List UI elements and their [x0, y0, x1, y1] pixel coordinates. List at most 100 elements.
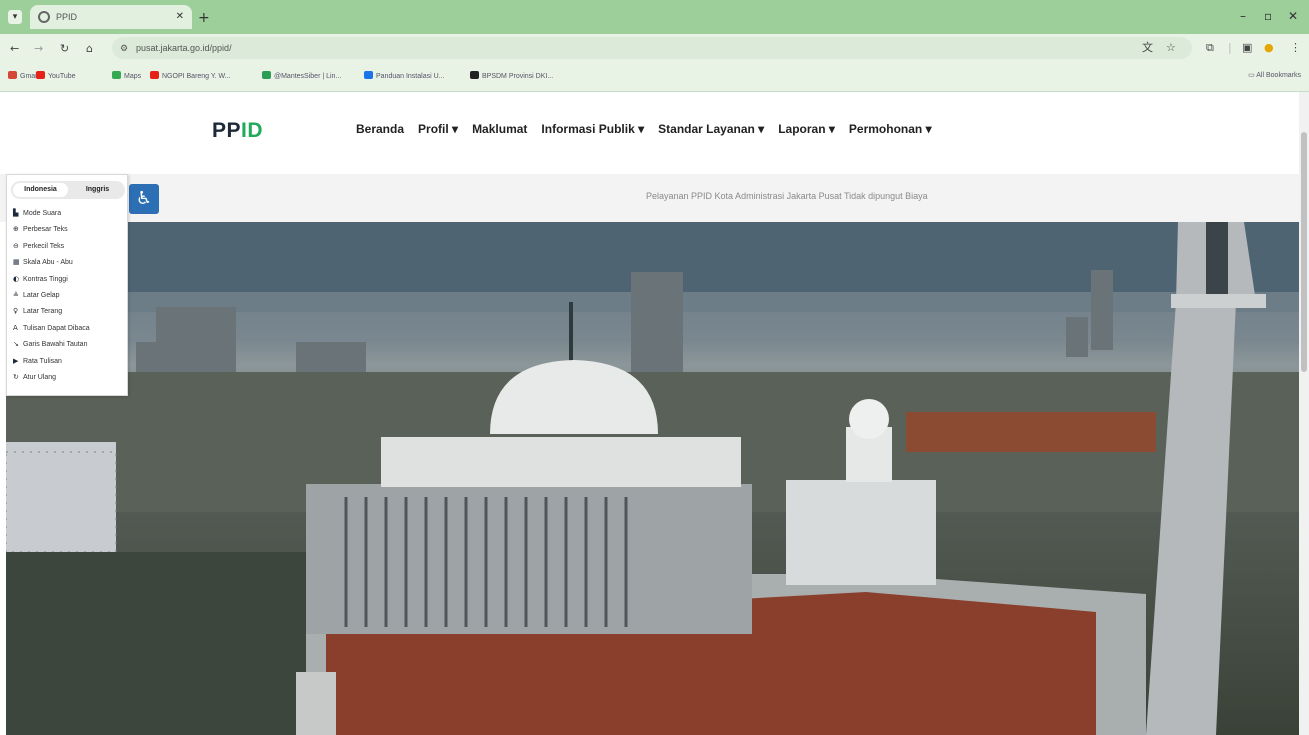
accessibility-option-label: Rata Tulisan	[23, 357, 62, 365]
profile-icon[interactable]: ●	[1264, 41, 1274, 54]
bookmark-label: YouTube	[48, 73, 76, 80]
globe-icon	[38, 11, 50, 23]
bookmark-label: Panduan Instalasi U...	[376, 73, 445, 80]
bookmark-item[interactable]: Maps	[112, 71, 141, 80]
nav-item[interactable]: Laporan ▾	[778, 122, 835, 136]
nav-item[interactable]: Standar Layanan ▾	[658, 122, 764, 136]
accessibility-option[interactable]: ⊕ Perbesar Teks	[13, 225, 90, 241]
accessibility-option[interactable]: ◐ Kontras Tinggi	[13, 275, 90, 291]
nav-item[interactable]: Profil ▾	[418, 122, 458, 136]
bookmark-favicon-icon	[150, 71, 159, 79]
lang-inggris[interactable]: Inggris	[70, 181, 125, 199]
browser-chrome: ▾ PPID ✕ + – ▫ ✕ ← → ↻ ⌂ ⚙ pusat.jakarta…	[0, 0, 1309, 92]
accessibility-option-icon: ▦	[13, 258, 20, 267]
accessibility-option-icon: ▶	[13, 356, 19, 365]
hero-image	[6, 222, 1299, 735]
close-window-icon[interactable]: ✕	[1288, 9, 1298, 23]
bookmark-label: BPSDM Provinsi DKI...	[482, 73, 554, 80]
bookmark-item[interactable]: Panduan Instalasi U...	[364, 71, 445, 80]
address-bar[interactable]: ⚙ pusat.jakarta.go.id/ppid/ 文 ☆	[112, 37, 1192, 59]
bookmark-star-icon[interactable]: ☆	[1166, 37, 1176, 59]
site-info-icon[interactable]: ⚙	[120, 37, 128, 59]
accessibility-option[interactable]: ↻ Atur Ulang	[13, 373, 90, 389]
all-bookmarks-label: All Bookmarks	[1256, 72, 1301, 79]
accessibility-option-icon: ▙	[13, 209, 19, 217]
bookmark-item[interactable]: NGOPI Bareng Y. W...	[150, 71, 231, 80]
bookmark-item[interactable]: YouTube	[36, 71, 76, 80]
ppid-logo[interactable]: PPID	[212, 119, 263, 143]
bookmark-label: @MantesSiber | Lin...	[274, 73, 342, 80]
accessibility-option-icon: ◐	[13, 274, 20, 283]
bookmark-favicon-icon	[8, 71, 17, 79]
accessibility-option-label: Skala Abu - Abu	[23, 259, 73, 267]
accessibility-option[interactable]: ♀ Latar Terang	[13, 307, 90, 323]
reload-icon[interactable]: ↻	[60, 42, 69, 55]
translate-icon[interactable]: 文	[1142, 37, 1153, 59]
accessibility-option-label: Latar Terang	[23, 308, 63, 316]
new-tab-icon[interactable]: +	[198, 10, 210, 26]
tab-search-icon[interactable]: ▾	[8, 10, 22, 24]
accessibility-option[interactable]: ▙ Mode Suara	[13, 209, 90, 225]
accessibility-option-label: Atur Ulang	[23, 373, 57, 381]
nav-item[interactable]: Permohonan ▾	[849, 122, 932, 136]
accessibility-panel: Indonesia Inggris ▙ Mode Suara ⊕ Perbesar T…	[6, 174, 128, 396]
language-toggle: Indonesia Inggris	[11, 181, 125, 199]
accessibility-option[interactable]: ▶ Rata Tulisan	[13, 357, 90, 373]
tab-bar: ▾ PPID ✕ + – ▫ ✕	[0, 0, 1309, 34]
accessibility-option-icon: ⊖	[13, 241, 19, 250]
nav-item[interactable]: Beranda	[356, 122, 404, 136]
lang-indonesia[interactable]: Indonesia	[13, 183, 68, 197]
toolbar-divider: |	[1228, 41, 1232, 54]
bookmark-item[interactable]: @MantesSiber | Lin...	[262, 71, 341, 80]
accessibility-option-label: Perkecil Teks	[23, 242, 65, 250]
accessibility-option-icon: ↻	[13, 372, 19, 381]
bookmark-favicon-icon	[36, 71, 45, 79]
istiqlal-mosque-photo	[6, 222, 1299, 735]
restore-icon[interactable]: ▫	[1264, 9, 1272, 23]
url-text: pusat.jakarta.go.id/ppid/	[136, 43, 232, 53]
bookmark-item[interactable]: Gmail	[8, 71, 38, 80]
accessibility-option-label: Perbesar Teks	[23, 226, 68, 234]
accessibility-option-label: Tulisan Dapat Dibaca	[23, 324, 90, 332]
bookmark-favicon-icon	[364, 71, 373, 79]
main-nav: Beranda Profil ▾ Maklumat Informasi Publik …	[356, 122, 932, 136]
bookmark-item[interactable]: BPSDM Provinsi DKI...	[470, 71, 553, 80]
accessibility-icon[interactable]: ♿	[129, 184, 159, 214]
bookmarks-bar: Gmail YouTube Maps NGOPI Bareng Y. W... @Man…	[0, 62, 1309, 92]
minimize-icon[interactable]: –	[1240, 9, 1246, 23]
address-row: ← → ↻ ⌂ ⚙ pusat.jakarta.go.id/ppid/ 文 ☆ …	[0, 34, 1309, 62]
extensions-icon[interactable]: ⧉	[1206, 41, 1214, 55]
nav-item[interactable]: Maklumat	[472, 122, 527, 136]
accessibility-option-label: Kontras Tinggi	[23, 275, 68, 283]
bookmark-favicon-icon	[470, 71, 479, 79]
accessibility-option-icon: ♀	[13, 307, 19, 316]
accessibility-option[interactable]: A Tulisan Dapat Dibaca	[13, 324, 90, 340]
accessibility-option[interactable]: ↘ Garis Bawahi Tautan	[13, 340, 90, 356]
nav-item[interactable]: Informasi Publik ▾	[541, 122, 644, 136]
menu-icon[interactable]: ⋮	[1290, 41, 1301, 54]
bookmark-label: NGOPI Bareng Y. W...	[162, 73, 231, 80]
accessibility-options: ▙ Mode Suara ⊕ Perbesar Teks ⊖ Perkecil Teks ▦…	[13, 209, 90, 389]
browser-tab[interactable]: PPID ✕	[30, 5, 192, 29]
accessibility-option-label: Garis Bawahi Tautan	[23, 341, 88, 349]
accessibility-option-icon: A	[13, 323, 18, 332]
home-icon[interactable]: ⌂	[86, 42, 93, 55]
bookmark-favicon-icon	[112, 71, 121, 79]
accessibility-option-icon: ⊕	[13, 225, 19, 234]
bookmark-favicon-icon	[262, 71, 271, 79]
accessibility-option[interactable]: ⊖ Perkecil Teks	[13, 242, 90, 258]
marquee-text: Pelayanan PPID Kota Administrasi Jakarta…	[646, 191, 928, 201]
site-header: PPID Beranda Profil ▾ Maklumat Informasi Pu…	[0, 92, 1309, 174]
accessibility-option-icon: ≗	[13, 290, 19, 299]
logo-pp: PP	[212, 119, 242, 142]
forward-icon[interactable]: →	[34, 42, 43, 55]
all-bookmarks[interactable]: ▭ All Bookmarks	[1248, 71, 1301, 79]
accessibility-option-label: Mode Suara	[23, 210, 62, 217]
scrollbar-thumb[interactable]	[1301, 132, 1307, 372]
accessibility-option[interactable]: ▦ Skala Abu - Abu	[13, 258, 90, 274]
back-icon[interactable]: ←	[10, 42, 19, 55]
page-scrollbar[interactable]	[1299, 92, 1309, 735]
sidepanel-icon[interactable]: ▣	[1242, 41, 1252, 54]
accessibility-option[interactable]: ≗ Latar Gelap	[13, 291, 90, 307]
close-tab-icon[interactable]: ✕	[176, 5, 184, 29]
